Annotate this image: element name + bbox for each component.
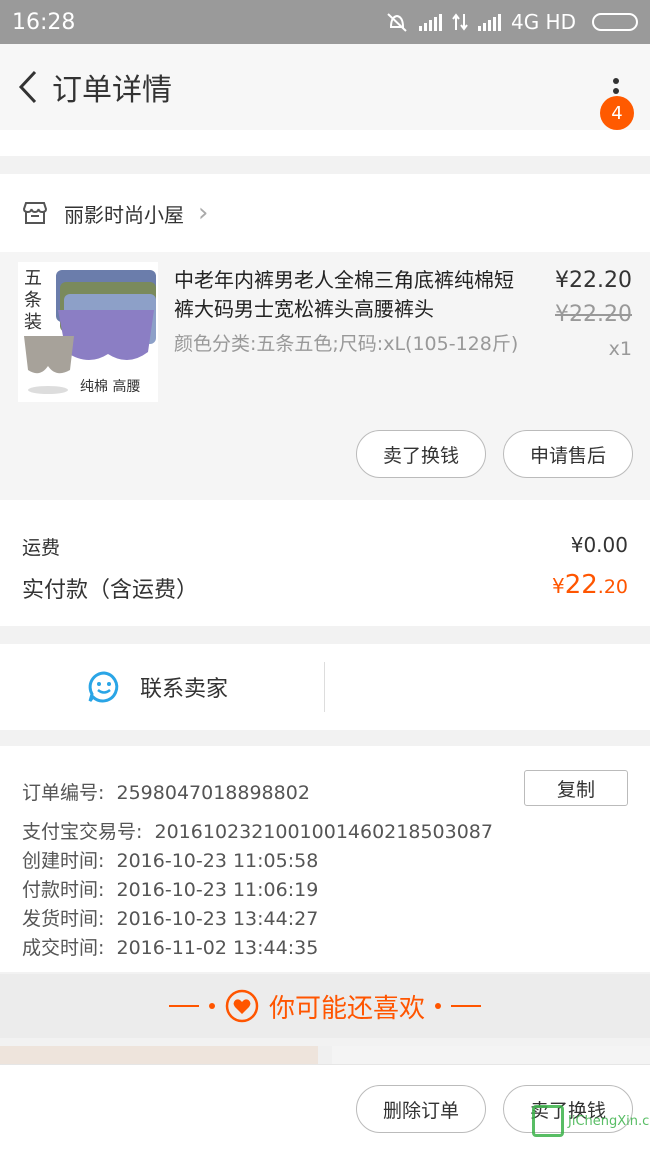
collapsed-section (0, 130, 650, 156)
product-title: 中老年内裤男老人全棉三角底裤纯棉短裤大码男士宽松裤头高腰裤头 (174, 268, 514, 321)
watermark: JiChengXin.com (532, 1105, 650, 1137)
mute-icon (387, 13, 407, 32)
status-bar: 16:28 4G HD (0, 0, 650, 44)
paid-time-value: 2016-10-23 11:06:19 (116, 879, 319, 901)
delete-order-button[interactable]: 删除订单 (356, 1085, 486, 1133)
contact-seller-label: 联系卖家 (140, 677, 229, 702)
shipping-value: ¥0.00 (570, 533, 628, 557)
contact-divider (324, 662, 325, 712)
decor-dot-left (208, 1003, 215, 1009)
network-label: 4G HD (510, 10, 576, 34)
recommend-header: 你可能还喜欢 (0, 974, 650, 1038)
completed-time-label: 成交时间: (22, 937, 105, 959)
recommend-item-image (0, 1046, 318, 1064)
page-title: 订单详情 (52, 73, 172, 108)
signal-icon-2 (477, 13, 501, 31)
status-icons: 4G HD (385, 10, 638, 34)
paid-decimal: .20 (597, 576, 628, 598)
contact-bar: 联系卖家 (0, 644, 650, 730)
product-quantity: x1 (608, 338, 632, 360)
message-count-badge: 4 (600, 96, 634, 130)
shipped-time-value: 2016-10-23 13:44:27 (116, 908, 319, 930)
copy-button[interactable]: 复制 (524, 770, 628, 806)
recommend-label: 你可能还喜欢 (268, 993, 425, 1024)
contact-seller-button[interactable]: 联系卖家 (86, 669, 228, 705)
paid-amount: ¥22.20 (552, 570, 628, 600)
apply-after-sales-button[interactable]: 申请售后 (503, 430, 633, 478)
recommend-preview[interactable] (0, 1046, 650, 1064)
sell-for-cash-button[interactable]: 卖了换钱 (356, 430, 486, 478)
image-label-bottom: 纯棉 高腰 (80, 379, 141, 395)
decor-line-left (168, 1005, 199, 1007)
shipped-time-label: 发货时间: (22, 908, 105, 930)
back-button[interactable] (8, 67, 48, 107)
product-original-price: ¥22.20 (555, 302, 632, 327)
shop-name: 丽影时尚小屋 (64, 202, 184, 227)
completed-time-value: 2016-11-02 13:44:35 (116, 937, 319, 959)
order-number-value: 2598047018898802 (116, 782, 310, 804)
product-price: ¥22.20 (555, 268, 632, 293)
product-spec: 颜色分类:五条五色;尺码:xL(105-128斤) (174, 333, 519, 355)
paid-label: 实付款（含运费） (22, 578, 199, 603)
paid-time-label: 付款时间: (22, 879, 105, 901)
shop-icon (22, 202, 48, 224)
signal-icon (418, 13, 442, 31)
watermark-logo-icon (532, 1105, 564, 1137)
paid-currency: ¥ (551, 574, 565, 598)
watermark-text: JiChengXin.com (568, 1113, 650, 1129)
order-info: 订单编号: 2598047018898802 复制 支付宝交易号: 201610… (0, 746, 650, 972)
status-time: 16:28 (12, 9, 76, 35)
order-number-row: 订单编号: 2598047018898802 (22, 778, 310, 805)
alipay-trade-row: 支付宝交易号: 2016102321001001460218503087 (22, 817, 493, 844)
decor-line-right (451, 1005, 481, 1007)
paid-time-row: 付款时间: 2016-10-23 11:06:19 (22, 875, 318, 902)
product-image: 五条装 纯棉 高腰 (18, 262, 158, 402)
created-time-label: 创建时间: (22, 850, 105, 872)
shop-header[interactable]: 丽影时尚小屋 › (0, 174, 650, 252)
data-arrows-icon (452, 13, 468, 31)
alipay-trade-label: 支付宝交易号: (22, 821, 143, 843)
completed-time-row: 成交时间: 2016-11-02 13:44:35 (22, 933, 318, 960)
chevron-right-icon: › (198, 198, 209, 228)
paid-integer: 22 (564, 570, 598, 600)
image-label-top: 五条装 (24, 268, 42, 333)
recommend-item-image-2 (332, 1046, 650, 1064)
created-time-row: 创建时间: 2016-10-23 11:05:58 (22, 846, 318, 873)
bottom-action-bar: 删除订单 卖了换钱 JiChengXin.com (0, 1064, 650, 1155)
decor-dot-right (435, 1003, 441, 1009)
shipped-time-row: 发货时间: 2016-10-23 13:44:27 (22, 904, 318, 931)
order-number-label: 订单编号: (22, 782, 105, 804)
alipay-trade-value: 2016102321001001460218503087 (154, 821, 493, 843)
battery-icon (592, 13, 638, 31)
chat-bubble-icon (88, 671, 119, 703)
fee-summary: 运费 ¥0.00 实付款（含运费） ¥22.20 (0, 500, 650, 626)
nav-bar: 订单详情 4 (0, 44, 650, 130)
created-time-value: 2016-10-23 11:05:58 (116, 850, 319, 872)
product-item[interactable]: 五条装 纯棉 高腰 中老年内裤男老人全棉三角底裤纯棉短裤大码男士宽松裤头高腰裤头… (0, 252, 650, 500)
shipping-label: 运费 (22, 537, 61, 559)
heart-icon (225, 989, 259, 1023)
back-arrow-icon (18, 70, 37, 104)
